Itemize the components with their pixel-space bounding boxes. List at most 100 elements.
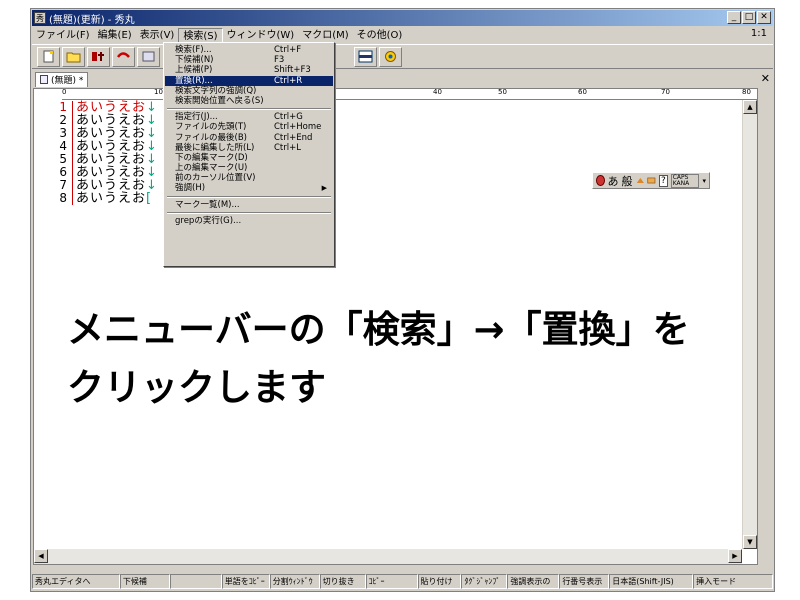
text-line[interactable]: あいうえお[ bbox=[76, 192, 158, 205]
title-bar[interactable]: 秀 (無題)(更新) - 秀丸 _ □ ✕ bbox=[32, 10, 773, 26]
menu-item-label: マーク一覧(M)... bbox=[175, 199, 240, 210]
line-number: 8 bbox=[59, 191, 67, 205]
status-item[interactable]: 分割ｳｨﾝﾄﾞｳ bbox=[269, 574, 320, 589]
status-item[interactable]: 強調表示の bbox=[507, 574, 560, 589]
menu-item-label: grepの実行(G)... bbox=[175, 215, 242, 226]
menu-item-shortcut: Ctrl+End bbox=[274, 132, 313, 143]
status-item[interactable]: ﾀｸﾞｼﾞｬﾝﾌﾟ bbox=[461, 574, 508, 589]
ruler-label: 70 bbox=[661, 88, 670, 96]
maximize-button[interactable]: □ bbox=[742, 11, 756, 24]
status-item[interactable]: 単語をｺﾋﾟｰ bbox=[221, 574, 270, 589]
menu-item[interactable]: 前のカーソル位置(V) bbox=[165, 173, 333, 183]
status-item[interactable]: 切り抜き bbox=[319, 574, 366, 589]
menu-item[interactable]: 上候補(P) Shift+F3 bbox=[165, 65, 333, 75]
window-title: (無題)(更新) - 秀丸 bbox=[49, 14, 135, 26]
menu-file[interactable]: ファイル(F) bbox=[32, 28, 94, 43]
ime-tool-icon[interactable] bbox=[636, 175, 645, 186]
ime-conversion-button[interactable]: 般 bbox=[622, 173, 633, 189]
menu-item-shortcut: Shift+F3 bbox=[274, 65, 311, 76]
caption-line-2: クリックします bbox=[67, 366, 326, 409]
status-item[interactable]: 秀丸エディタへ bbox=[32, 574, 120, 589]
status-item[interactable]: 貼り付け bbox=[417, 574, 462, 589]
app-window: 秀 (無題)(更新) - 秀丸 _ □ ✕ ファイル(F) 編集(E) 表示(V… bbox=[30, 8, 775, 592]
status-item[interactable]: ｺﾋﾟｰ bbox=[365, 574, 418, 589]
tab-untitled[interactable]: (無題) * bbox=[35, 71, 89, 87]
menu-item[interactable]: 上の編集マーク(U) bbox=[165, 163, 333, 173]
menu-item[interactable]: 検索(F)... Ctrl+F bbox=[165, 45, 333, 55]
menu-search[interactable]: 検索(S) bbox=[178, 27, 223, 43]
scroll-left-arrow-icon[interactable]: ◀ bbox=[34, 549, 48, 563]
new-file-icon bbox=[43, 50, 54, 63]
menu-item-label: 検索文字列の強調(Q) bbox=[175, 85, 257, 96]
menu-item-shortcut: Ctrl+Home bbox=[274, 122, 322, 133]
window-split-button[interactable] bbox=[354, 46, 377, 67]
toolbar-button-5[interactable] bbox=[137, 46, 160, 67]
horizontal-scrollbar[interactable]: ◀ ▶ bbox=[34, 549, 742, 564]
close-button[interactable]: ✕ bbox=[757, 11, 771, 24]
menu-edit[interactable]: 編集(E) bbox=[94, 28, 136, 43]
menu-item-label: ファイルの最後(B) bbox=[175, 132, 247, 143]
text-lines[interactable]: あいうえお↓ あいうえお↓ あいうえお↓ あいうえお↓ あいうえお↓ あいうえお… bbox=[76, 101, 158, 205]
submenu-arrow-icon: ▶ bbox=[321, 184, 327, 193]
menu-item[interactable]: 強調(H) ▶ bbox=[165, 183, 333, 193]
tab-bar: (無題) * ✕ bbox=[32, 71, 773, 87]
document-icon bbox=[40, 75, 48, 84]
menu-item-replace[interactable]: 置換(R)... Ctrl+R bbox=[165, 75, 333, 86]
zoom-indicator: 1:1 bbox=[750, 28, 767, 39]
menu-item-label: 強調(H) bbox=[175, 183, 206, 194]
new-file-button[interactable] bbox=[37, 46, 60, 67]
menu-item[interactable]: マーク一覧(M)... bbox=[165, 200, 333, 210]
menu-item[interactable]: 検索開始位置へ戻る(S) bbox=[165, 96, 333, 106]
menu-item[interactable]: ファイルの先頭(T) Ctrl+Home bbox=[165, 122, 333, 132]
menu-item-shortcut: Ctrl+L bbox=[274, 142, 301, 153]
menu-view[interactable]: 表示(V) bbox=[136, 28, 179, 43]
menu-item[interactable]: 下の編集マーク(D) bbox=[165, 153, 333, 163]
status-item[interactable]: 下候補 bbox=[119, 574, 170, 589]
split-window-icon bbox=[358, 50, 373, 63]
ime-help-icon[interactable]: ? bbox=[658, 174, 668, 187]
scroll-up-arrow-icon[interactable]: ▲ bbox=[743, 100, 757, 114]
minimize-button[interactable]: _ bbox=[727, 11, 741, 24]
menu-item[interactable]: grepの実行(G)... bbox=[165, 216, 333, 226]
menu-item[interactable]: 指定行(J)... Ctrl+G bbox=[165, 112, 333, 122]
encoding-indicator[interactable]: 日本語(Shift-JIS) bbox=[609, 574, 694, 589]
undo-button[interactable] bbox=[112, 46, 135, 67]
ime-pad-icon[interactable] bbox=[647, 175, 656, 186]
ime-toolbar: あ 般 ? CAPS KANA ▾ bbox=[592, 172, 710, 189]
menu-item[interactable]: ファイルの最後(B) Ctrl+End bbox=[165, 133, 333, 143]
gutter-divider bbox=[72, 101, 73, 205]
ruler-label: 60 bbox=[578, 88, 587, 96]
status-item[interactable]: 行番号表示 bbox=[559, 574, 610, 589]
status-item[interactable] bbox=[169, 574, 222, 589]
open-file-button[interactable] bbox=[62, 46, 85, 67]
ime-mode-button[interactable]: あ bbox=[608, 173, 619, 189]
scroll-right-arrow-icon[interactable]: ▶ bbox=[728, 549, 742, 563]
menu-window[interactable]: ウィンドウ(W) bbox=[223, 28, 299, 43]
scroll-down-arrow-icon[interactable]: ▼ bbox=[743, 535, 757, 549]
menu-item[interactable]: 検索文字列の強調(Q) bbox=[165, 86, 333, 96]
ruler-label: 0 bbox=[62, 88, 67, 96]
menu-item-label: 検索開始位置へ戻る(S) bbox=[175, 95, 264, 106]
ime-logo-icon[interactable] bbox=[596, 175, 605, 186]
menu-item[interactable]: 下候補(N) F3 bbox=[165, 55, 333, 65]
close-tab-icon[interactable]: ✕ bbox=[761, 72, 770, 85]
ime-options-icon[interactable]: ▾ bbox=[702, 177, 706, 185]
menu-item[interactable]: 最後に編集した所(L) Ctrl+L bbox=[165, 143, 333, 153]
document-icon bbox=[142, 51, 155, 62]
folder-icon bbox=[66, 52, 81, 63]
menu-item-shortcut: Ctrl+R bbox=[274, 75, 303, 86]
menu-other[interactable]: その他(O) bbox=[353, 28, 407, 43]
menu-item-label: 検索(F)... bbox=[175, 45, 212, 55]
menu-item-label: 最後に編集した所(L) bbox=[175, 142, 255, 153]
help-button[interactable] bbox=[379, 46, 402, 67]
menu-macro[interactable]: マクロ(M) bbox=[298, 28, 352, 43]
toolbar bbox=[32, 44, 773, 69]
menu-item-label: 下の編集マーク(D) bbox=[175, 152, 248, 163]
save-button[interactable] bbox=[87, 46, 110, 67]
status-bar: 秀丸エディタへ 下候補 単語をｺﾋﾟｰ 分割ｳｨﾝﾄﾞｳ 切り抜き ｺﾋﾟｰ 貼… bbox=[32, 574, 774, 590]
insert-mode-indicator[interactable]: 挿入モード bbox=[693, 574, 774, 589]
ruler-label: 80 bbox=[742, 88, 751, 96]
menu-item-label: 指定行(J)... bbox=[175, 112, 218, 123]
eof-mark: [ bbox=[146, 191, 153, 206]
tab-label: (無題) * bbox=[51, 76, 84, 86]
